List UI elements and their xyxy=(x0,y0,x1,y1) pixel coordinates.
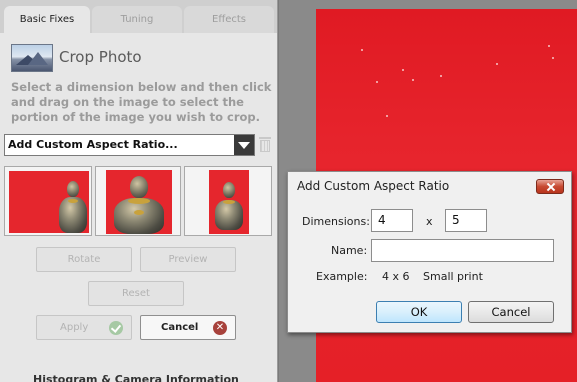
tab-effects[interactable]: Effects xyxy=(184,6,274,33)
name-input[interactable] xyxy=(371,239,554,262)
example-label: Example: xyxy=(316,270,368,283)
histogram-section-header[interactable]: Histogram & Camera Information xyxy=(33,373,239,382)
reset-button[interactable]: Reset xyxy=(88,281,184,306)
apply-button[interactable]: Apply xyxy=(36,315,132,340)
close-icon[interactable] xyxy=(536,179,564,194)
example-description: Small print xyxy=(423,270,483,283)
times-label: x xyxy=(426,215,433,228)
aspect-ratio-value: Add Custom Aspect Ratio... xyxy=(8,138,178,151)
crop-preset-landscape[interactable] xyxy=(4,166,92,236)
tab-tuning[interactable]: Tuning xyxy=(92,6,182,33)
dialog-title: Add Custom Aspect Ratio xyxy=(297,179,450,193)
crop-presets xyxy=(4,166,272,236)
apply-label: Apply xyxy=(60,322,89,333)
preset-thumbnail xyxy=(106,170,172,234)
rotate-button[interactable]: Rotate xyxy=(36,247,132,272)
cancel-label: Cancel xyxy=(161,322,199,333)
trash-icon[interactable] xyxy=(259,137,271,152)
crop-instructions: Select a dimension below and then click … xyxy=(11,80,272,124)
fix-panel: Basic Fixes Tuning Effects Crop Photo Se… xyxy=(0,0,278,382)
tab-bar: Basic Fixes Tuning Effects xyxy=(0,0,277,33)
tab-basic-fixes[interactable]: Basic Fixes xyxy=(4,6,90,33)
chevron-down-icon[interactable] xyxy=(234,135,254,155)
check-icon xyxy=(109,321,123,335)
preset-thumbnail xyxy=(209,170,249,234)
cancel-crop-button[interactable]: Cancel ✕ xyxy=(140,315,236,340)
preview-button[interactable]: Preview xyxy=(140,247,236,272)
width-input[interactable]: 4 xyxy=(371,209,413,232)
add-custom-aspect-ratio-dialog: Add Custom Aspect Ratio Dimensions: 4 x … xyxy=(287,171,572,333)
crop-preset-square[interactable] xyxy=(95,166,181,236)
dimensions-label: Dimensions: xyxy=(302,215,370,228)
name-label: Name: xyxy=(331,244,368,257)
example-value: 4 x 6 xyxy=(382,270,410,283)
preset-thumbnail xyxy=(9,171,89,233)
close-icon: ✕ xyxy=(213,321,227,335)
crop-preset-portrait[interactable] xyxy=(184,166,272,236)
height-input[interactable]: 5 xyxy=(445,209,487,232)
ok-button[interactable]: OK xyxy=(376,301,462,323)
cancel-button[interactable]: Cancel xyxy=(468,301,554,323)
aspect-ratio-select[interactable]: Add Custom Aspect Ratio... xyxy=(4,134,255,156)
crop-photo-title: Crop Photo xyxy=(59,48,142,66)
crop-icon xyxy=(11,44,53,72)
